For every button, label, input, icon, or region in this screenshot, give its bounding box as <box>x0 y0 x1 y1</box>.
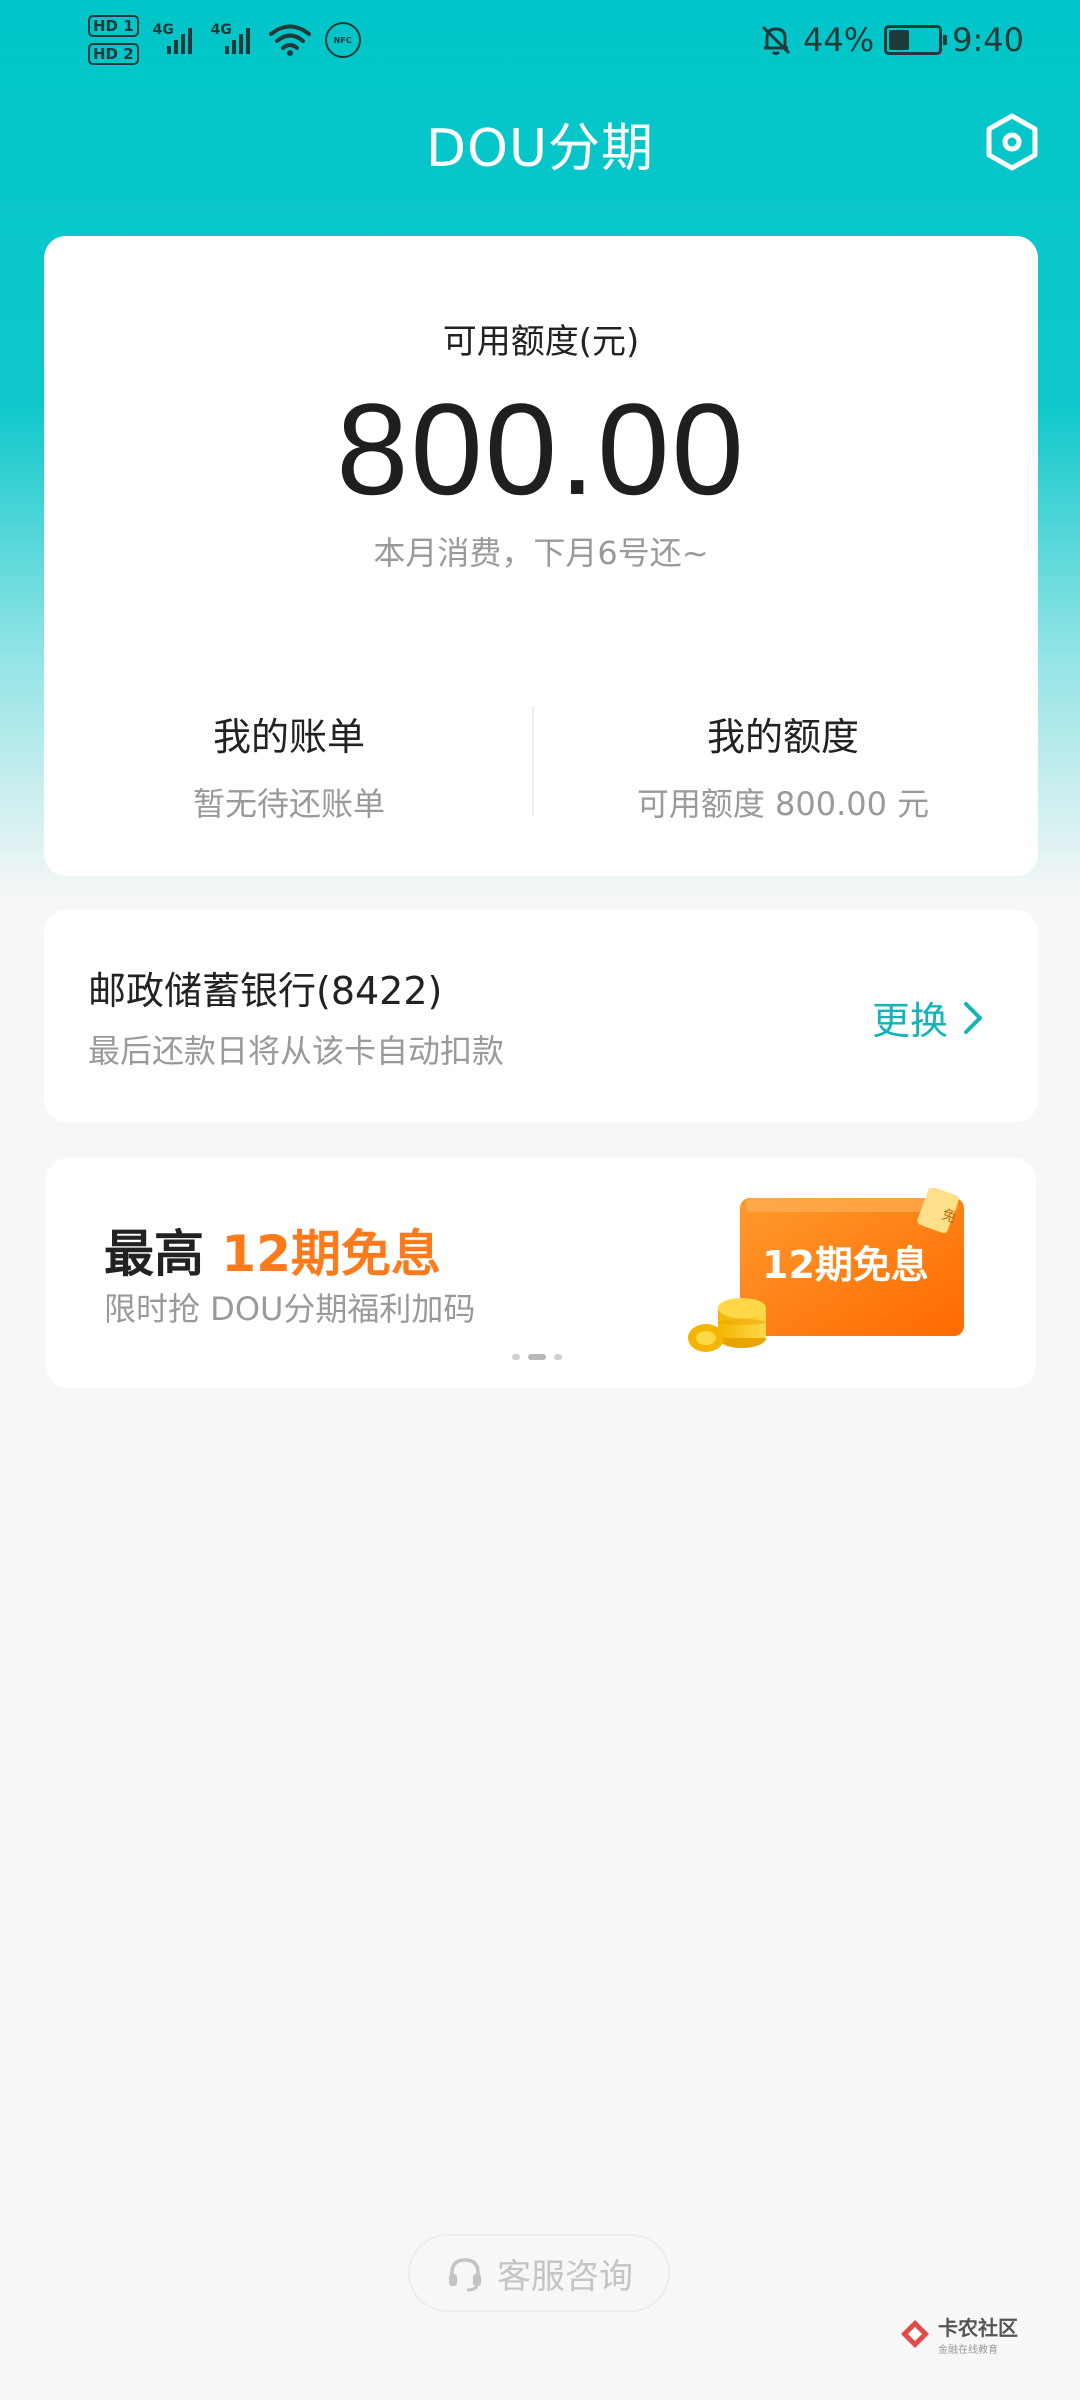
headset-icon <box>449 2258 481 2292</box>
watermark-logo-icon <box>901 2320 929 2348</box>
bank-card-panel: 邮政储蓄银行(8422) 最后还款日将从该卡自动扣款 更换 <box>44 910 1038 1122</box>
divider <box>532 706 534 816</box>
customer-service-label: 客服咨询 <box>497 2256 633 2297</box>
bank-note: 最后还款日将从该卡自动扣款 <box>88 1032 505 1070</box>
customer-service-button[interactable]: 客服咨询 <box>408 2234 670 2312</box>
promo-coupon-illustration: 免 12期免息 <box>688 1188 964 1352</box>
status-bar: HD 1 HD 2 4G 4G NFC 44% 9:40 <box>0 0 1080 80</box>
my-bill-subtitle: 暂无待还账单 <box>192 785 385 823</box>
carousel-dot <box>554 1354 562 1360</box>
signal-2-icon: 4G <box>211 22 255 58</box>
coupon-text: 12期免息 <box>762 1243 929 1287</box>
settings-hexagon-icon[interactable] <box>982 112 1042 172</box>
status-left: HD 1 HD 2 4G 4G NFC <box>88 10 361 70</box>
wifi-icon <box>268 24 311 56</box>
bell-muted-icon <box>761 25 791 55</box>
page-title: DOU分期 <box>425 119 655 179</box>
my-limit-subtitle: 可用额度 800.00 元 <box>636 785 930 823</box>
battery-percent: 44% <box>803 21 875 59</box>
watermark-text: 卡农社区 金融在线教育 <box>938 2312 1018 2356</box>
promo-title-prefix: 最高 <box>104 1225 222 1283</box>
bank-name: 邮政储蓄银行(8422) <box>88 969 443 1013</box>
my-bill-button[interactable]: 我的账单 暂无待还账单 <box>44 706 534 825</box>
my-limit-button[interactable]: 我的额度 可用额度 800.00 元 <box>538 706 1028 825</box>
signal-1-icon: 4G <box>153 22 197 58</box>
change-card-button[interactable]: 更换 <box>872 990 984 1045</box>
carousel-dot <box>512 1354 520 1360</box>
watermark-main: 卡农社区 <box>938 2316 1018 2340</box>
available-credit-label: 可用额度(元) <box>442 322 640 362</box>
watermark: 卡农社区 金融在线教育 <box>898 2312 1018 2356</box>
my-bill-title: 我的账单 <box>212 715 365 759</box>
promo-title: 最高 12期免息 <box>104 1214 441 1286</box>
clock: 9:40 <box>952 21 1024 59</box>
carousel-indicator <box>512 1354 562 1360</box>
watermark-sub: 金融在线教育 <box>938 2345 998 2356</box>
carousel-dot <box>528 1354 546 1360</box>
battery-level <box>889 30 910 50</box>
hd2-badge: HD 2 <box>88 43 139 65</box>
promo-banner[interactable]: 最高 12期免息 限时抢 DOU分期福利加码 免 12期免息 <box>46 1158 1036 1388</box>
hd1-badge: HD 1 <box>88 15 139 37</box>
chevron-right-icon <box>964 1001 982 1034</box>
status-right: 44% 9:40 <box>759 10 1024 70</box>
hd-indicators: HD 1 HD 2 <box>88 15 139 65</box>
change-card-label: 更换 <box>871 999 948 1043</box>
battery-icon <box>884 25 948 55</box>
promo-subtitle: 限时抢 DOU分期福利加码 <box>104 1290 476 1328</box>
promo-title-highlight: 12期免息 <box>221 1225 442 1283</box>
my-limit-title: 我的额度 <box>706 715 859 759</box>
credit-card-panel: 可用额度(元) 800.00 本月消费，下月6号还~ 我的账单 暂无待还账单 我… <box>44 236 1038 876</box>
available-credit-amount: 800.00 <box>336 376 746 522</box>
nfc-icon: NFC <box>324 22 361 58</box>
repayment-note: 本月消费，下月6号还~ <box>373 534 709 572</box>
